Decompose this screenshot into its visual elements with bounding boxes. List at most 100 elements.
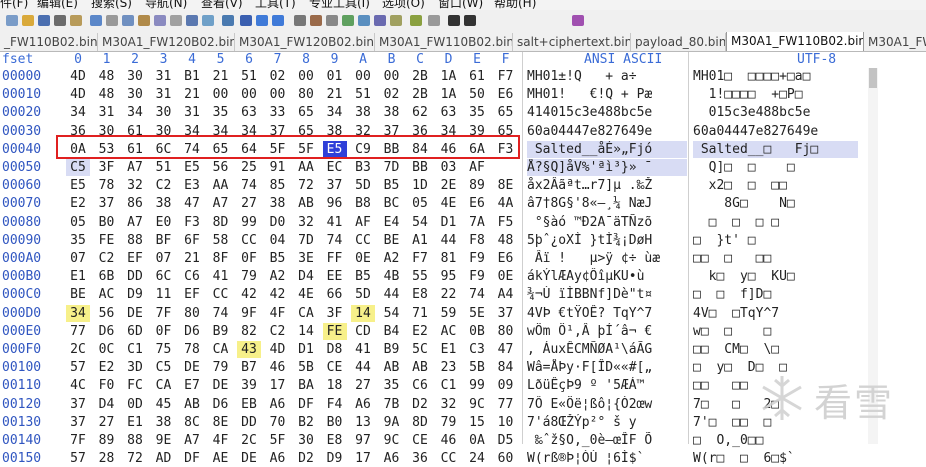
hex-byte[interactable]: A7: [180, 432, 204, 449]
ascii-text[interactable]: Salted__åÉ»„Fjó: [527, 140, 687, 158]
hex-byte[interactable]: E2: [66, 195, 90, 212]
hex-byte[interactable]: E1: [437, 341, 461, 358]
hex-byte[interactable]: 47: [180, 195, 204, 212]
hex-byte[interactable]: 41: [323, 214, 347, 231]
hex-byte[interactable]: CC: [437, 450, 461, 467]
hex-byte[interactable]: 36: [408, 450, 432, 467]
hex-byte[interactable]: EC: [323, 159, 347, 176]
hex-byte[interactable]: E7: [180, 377, 204, 394]
hex-byte[interactable]: 65: [209, 141, 233, 158]
hex-byte[interactable]: A4: [494, 286, 518, 303]
hex-byte[interactable]: D8: [323, 341, 347, 358]
hex-byte[interactable]: 38: [152, 414, 176, 431]
hex-byte[interactable]: 34: [123, 104, 147, 121]
hex-byte[interactable]: 3D: [123, 359, 147, 376]
utf8-text[interactable]: □ □ f]D□: [693, 286, 858, 303]
hex-byte[interactable]: 30: [294, 432, 318, 449]
hex-byte[interactable]: F3: [494, 141, 518, 158]
hex-byte[interactable]: 57: [66, 359, 90, 376]
next-icon[interactable]: [464, 15, 476, 26]
hex-byte[interactable]: 35: [209, 104, 233, 121]
hex-byte[interactable]: D1: [437, 214, 461, 231]
file-tab-3[interactable]: M30A1_FW110B02.bin: [375, 33, 513, 51]
hex-byte[interactable]: 35: [465, 104, 489, 121]
hex-byte[interactable]: 80: [494, 323, 518, 340]
hex-byte[interactable]: 21: [180, 250, 204, 267]
hex-byte[interactable]: 05: [408, 195, 432, 212]
utf8-text[interactable]: Salted__□ Fj□: [693, 140, 858, 158]
menu-item-8[interactable]: 窗口(W): [438, 0, 483, 10]
utf8-text[interactable]: 015c3e488bc5e: [693, 104, 858, 121]
hex-byte[interactable]: 5F: [266, 432, 290, 449]
hex-byte[interactable]: 5B: [465, 359, 489, 376]
utf8-text[interactable]: 60a04447e827649e: [693, 123, 858, 140]
ascii-text[interactable]: Å?§Q]åV%'ªì³}» ¯: [527, 159, 687, 176]
hex-byte[interactable]: 8F: [209, 250, 233, 267]
hex-byte[interactable]: 57: [66, 450, 90, 467]
hex-byte[interactable]: 0D: [123, 396, 147, 413]
replace-icon[interactable]: [222, 15, 234, 26]
hex-byte[interactable]: 5B: [294, 359, 318, 376]
hex-byte[interactable]: 27: [351, 377, 375, 394]
hex-byte[interactable]: 07: [66, 250, 90, 267]
hex-byte[interactable]: D1: [294, 341, 318, 358]
menu-item-1[interactable]: 编辑(E): [37, 0, 78, 10]
hex-byte[interactable]: 53: [95, 141, 119, 158]
hex-byte[interactable]: 63: [237, 104, 261, 121]
hex-byte[interactable]: AA: [294, 159, 318, 176]
hex-byte[interactable]: 4D: [266, 341, 290, 358]
delete-icon[interactable]: [170, 15, 182, 26]
hex-byte[interactable]: 00: [380, 68, 404, 85]
hex-byte[interactable]: 3F: [323, 305, 347, 322]
file-tab-4[interactable]: salt+ciphertext.bin: [513, 33, 631, 51]
hex-byte[interactable]: AB: [380, 359, 404, 376]
hex-byte[interactable]: F7: [408, 250, 432, 267]
hex-byte[interactable]: B9: [380, 341, 404, 358]
ascii-text[interactable]: °§àó ™Ð2A¯äTÑzõ: [527, 214, 687, 231]
disk-icon[interactable]: [326, 15, 338, 26]
ascii-text[interactable]: 4VÞ €tŸOÊ? TqY^7: [527, 305, 687, 322]
hex-byte[interactable]: F0: [95, 377, 119, 394]
hex-byte[interactable]: 31: [95, 104, 119, 121]
hex-byte[interactable]: 33: [266, 104, 290, 121]
hex-byte[interactable]: 8D: [408, 414, 432, 431]
hex-byte[interactable]: 0E: [494, 268, 518, 285]
ascii-text[interactable]: , ÁuxÊCMÑØA¹\áÃG: [527, 341, 687, 358]
hex-byte[interactable]: 6C: [152, 141, 176, 158]
hex-byte[interactable]: D2: [294, 450, 318, 467]
hex-byte[interactable]: 81: [437, 250, 461, 267]
hex-byte[interactable]: 37: [66, 396, 90, 413]
hex-byte[interactable]: 38: [266, 195, 290, 212]
hex-byte[interactable]: 63: [437, 104, 461, 121]
hex-byte[interactable]: A7: [209, 195, 233, 212]
hex-byte[interactable]: 0B: [465, 323, 489, 340]
menu-item-0[interactable]: 件(F): [0, 0, 28, 10]
hex-byte[interactable]: 74: [209, 305, 233, 322]
hex-byte[interactable]: 2E: [437, 177, 461, 194]
hex-byte[interactable]: 35: [66, 232, 90, 249]
hex-byte[interactable]: 36: [408, 123, 432, 140]
utf8-text[interactable]: 1!□□□□ +□P□: [693, 86, 858, 103]
hex-byte[interactable]: 10: [494, 414, 518, 431]
menu-item-9[interactable]: 帮助(H): [494, 0, 536, 10]
menu-item-4[interactable]: 查看(V): [201, 0, 243, 10]
hex-byte[interactable]: E1: [66, 268, 90, 285]
hex-byte[interactable]: 78: [180, 341, 204, 358]
hex-byte[interactable]: 42: [266, 286, 290, 303]
menu-item-3[interactable]: 导航(N): [145, 0, 187, 10]
utf8-text[interactable]: 4V□ □TqY^7: [693, 305, 858, 322]
hex-byte[interactable]: 9E: [152, 432, 176, 449]
hex-byte[interactable]: 4C: [66, 377, 90, 394]
ascii-text[interactable]: W(r­ß®Þ¦ÒÙ ¦6Ì$`: [527, 450, 687, 467]
new-file-icon[interactable]: [6, 15, 18, 26]
hex-byte[interactable]: 55: [408, 268, 432, 285]
hex-byte[interactable]: C2: [95, 250, 119, 267]
hex-byte[interactable]: EF: [180, 286, 204, 303]
hex-byte[interactable]: 51: [237, 68, 261, 85]
hex-byte[interactable]: 0A: [66, 141, 90, 158]
file-tab-7[interactable]: M30A1_FW: [864, 33, 926, 51]
hex-byte[interactable]: 65: [294, 104, 318, 121]
hex-byte[interactable]: B5: [266, 250, 290, 267]
hex-byte[interactable]: CE: [323, 359, 347, 376]
print-icon[interactable]: [54, 15, 66, 26]
